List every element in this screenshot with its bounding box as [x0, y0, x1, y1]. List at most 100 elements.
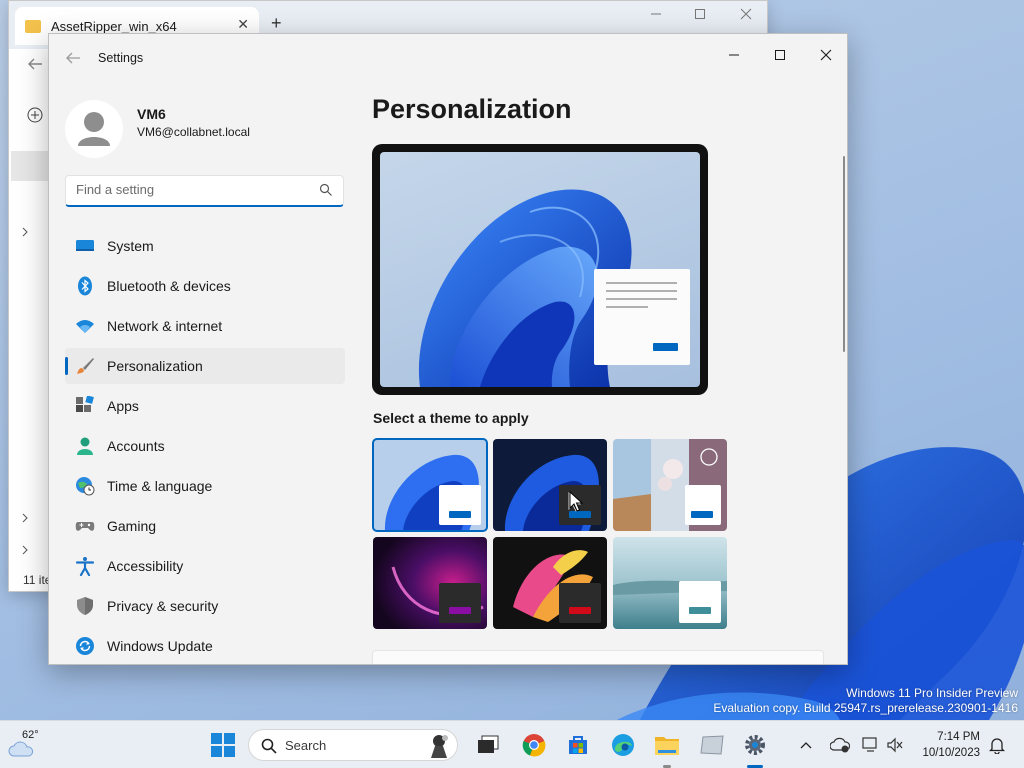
- watermark-line-2: Evaluation copy. Build 25947.rs_prerelea…: [713, 701, 1018, 715]
- show-hidden-icons-button[interactable]: [791, 730, 821, 760]
- minimize-button[interactable]: [711, 40, 757, 70]
- search-box[interactable]: [65, 175, 344, 207]
- evaluation-watermark: Windows 11 Pro Insider Preview Evaluatio…: [713, 686, 1018, 716]
- theme-preview: [372, 144, 708, 395]
- tab-close-icon[interactable]: ✕: [237, 16, 249, 33]
- cloud-sync-icon: [830, 737, 850, 753]
- chrome-button[interactable]: [519, 730, 549, 760]
- notifications-button[interactable]: [982, 730, 1012, 760]
- minimize-icon: [729, 54, 739, 56]
- nav-item-label: System: [107, 238, 154, 254]
- nav-item-bluetooth[interactable]: Bluetooth & devices: [65, 268, 345, 304]
- explorer-tab-title: AssetRipper_win_x64: [51, 18, 177, 34]
- nav-item-apps[interactable]: Apps: [65, 388, 345, 424]
- maximize-button[interactable]: [757, 40, 803, 70]
- volume-button[interactable]: [880, 730, 910, 760]
- edge-icon: [612, 734, 634, 756]
- search-highlight-icon: [431, 735, 448, 758]
- clock-time: 7:14 PM: [937, 731, 980, 743]
- chrome-icon: [522, 734, 546, 757]
- chevron-right-icon[interactable]: [21, 513, 29, 523]
- wifi-icon: [76, 320, 94, 333]
- gear-icon: [745, 735, 765, 755]
- taskbar-search[interactable]: Search: [248, 729, 458, 761]
- gamepad-icon: [75, 522, 95, 531]
- accessibility-icon: [75, 557, 95, 576]
- explorer-minimize-icon[interactable]: [641, 7, 671, 23]
- chevron-up-icon: [800, 742, 812, 749]
- new-tab-button[interactable]: +: [271, 13, 282, 34]
- user-email: VM6@collabnet.local: [137, 125, 250, 139]
- nav-item-network[interactable]: Network & internet: [65, 308, 345, 344]
- user-name: VM6: [137, 106, 166, 122]
- background-setting-card[interactable]: [372, 650, 824, 664]
- watermark-line-1: Windows 11 Pro Insider Preview: [846, 686, 1018, 700]
- settings-nav: System Bluetooth & devices Network & int…: [65, 228, 345, 664]
- nav-item-label: Apps: [107, 398, 139, 414]
- volume-muted-icon: [887, 737, 903, 753]
- nav-item-label: Time & language: [107, 478, 213, 494]
- edge-button[interactable]: [608, 730, 638, 760]
- task-view-icon: [478, 735, 499, 753]
- theme-windows-dark[interactable]: [493, 439, 607, 531]
- explorer-selected-nav[interactable]: [11, 151, 49, 181]
- theme-flow[interactable]: [613, 537, 727, 629]
- theme-windows-spotlight[interactable]: [613, 439, 727, 531]
- store-icon: [569, 736, 587, 754]
- chevron-right-icon[interactable]: [21, 227, 29, 237]
- app-button[interactable]: [697, 730, 727, 760]
- maximize-icon: [775, 50, 785, 60]
- nav-item-label: Accessibility: [107, 558, 184, 574]
- onedrive-button[interactable]: [825, 730, 855, 760]
- close-icon: [820, 49, 832, 61]
- weather-widget[interactable]: 62°: [8, 729, 48, 761]
- back-arrow-icon[interactable]: [27, 57, 43, 71]
- network-icon: [862, 737, 877, 752]
- back-arrow-icon[interactable]: [63, 48, 83, 68]
- new-item-icon[interactable]: [27, 107, 43, 123]
- start-button[interactable]: [208, 730, 238, 760]
- nav-item-accounts[interactable]: Accounts: [65, 428, 345, 464]
- nav-item-system[interactable]: System: [65, 228, 345, 264]
- wallpaper-preview-image: [418, 189, 690, 387]
- nav-item-windows-update[interactable]: Windows Update: [65, 628, 345, 664]
- user-avatar-icon: [78, 112, 110, 146]
- chevron-right-icon[interactable]: [21, 545, 29, 555]
- clock[interactable]: 7:14 PM 10/10/2023: [922, 729, 980, 761]
- nav-item-personalization[interactable]: Personalization: [65, 348, 345, 384]
- close-button[interactable]: [803, 40, 847, 70]
- theme-glow[interactable]: [373, 537, 487, 629]
- windows-logo-icon: [211, 733, 235, 757]
- nav-item-label: Personalization: [107, 358, 203, 374]
- content-scrollbar[interactable]: [843, 156, 845, 352]
- nav-item-time-language[interactable]: Time & language: [65, 468, 345, 504]
- store-button[interactable]: [563, 730, 593, 760]
- taskbar: 62° Search 7:14 PM 10/10/2023: [0, 720, 1024, 768]
- nav-item-label: Network & internet: [107, 318, 223, 334]
- search-input[interactable]: [76, 182, 306, 197]
- accounts-icon: [77, 437, 93, 455]
- nav-item-accessibility[interactable]: Accessibility: [65, 548, 345, 584]
- explorer-close-icon[interactable]: [731, 7, 761, 23]
- brush-icon: [77, 358, 94, 374]
- folder-icon: [655, 737, 679, 755]
- nav-item-label: Accounts: [107, 438, 165, 454]
- nav-item-gaming[interactable]: Gaming: [65, 508, 345, 544]
- bell-icon: [989, 738, 1005, 754]
- settings-taskbar-button[interactable]: [740, 730, 770, 760]
- theme-captured-motion[interactable]: [493, 537, 607, 629]
- task-view-button[interactable]: [473, 730, 503, 760]
- app-title: Settings: [98, 51, 144, 65]
- nav-item-label: Gaming: [107, 518, 157, 534]
- page-title: Personalization: [372, 94, 572, 124]
- nav-item-privacy-security[interactable]: Privacy & security: [65, 588, 345, 624]
- theme-windows-light[interactable]: [372, 438, 488, 532]
- globe-clock-icon: [76, 477, 95, 496]
- file-explorer-button[interactable]: [652, 730, 682, 760]
- avatar[interactable]: [65, 100, 123, 158]
- clock-date: 10/10/2023: [922, 747, 980, 759]
- apps-icon: [76, 396, 94, 412]
- explorer-maximize-icon[interactable]: [685, 7, 715, 23]
- folder-icon: [25, 19, 41, 33]
- settings-window: Settings VM6 VM6@collabnet.local System: [48, 33, 848, 665]
